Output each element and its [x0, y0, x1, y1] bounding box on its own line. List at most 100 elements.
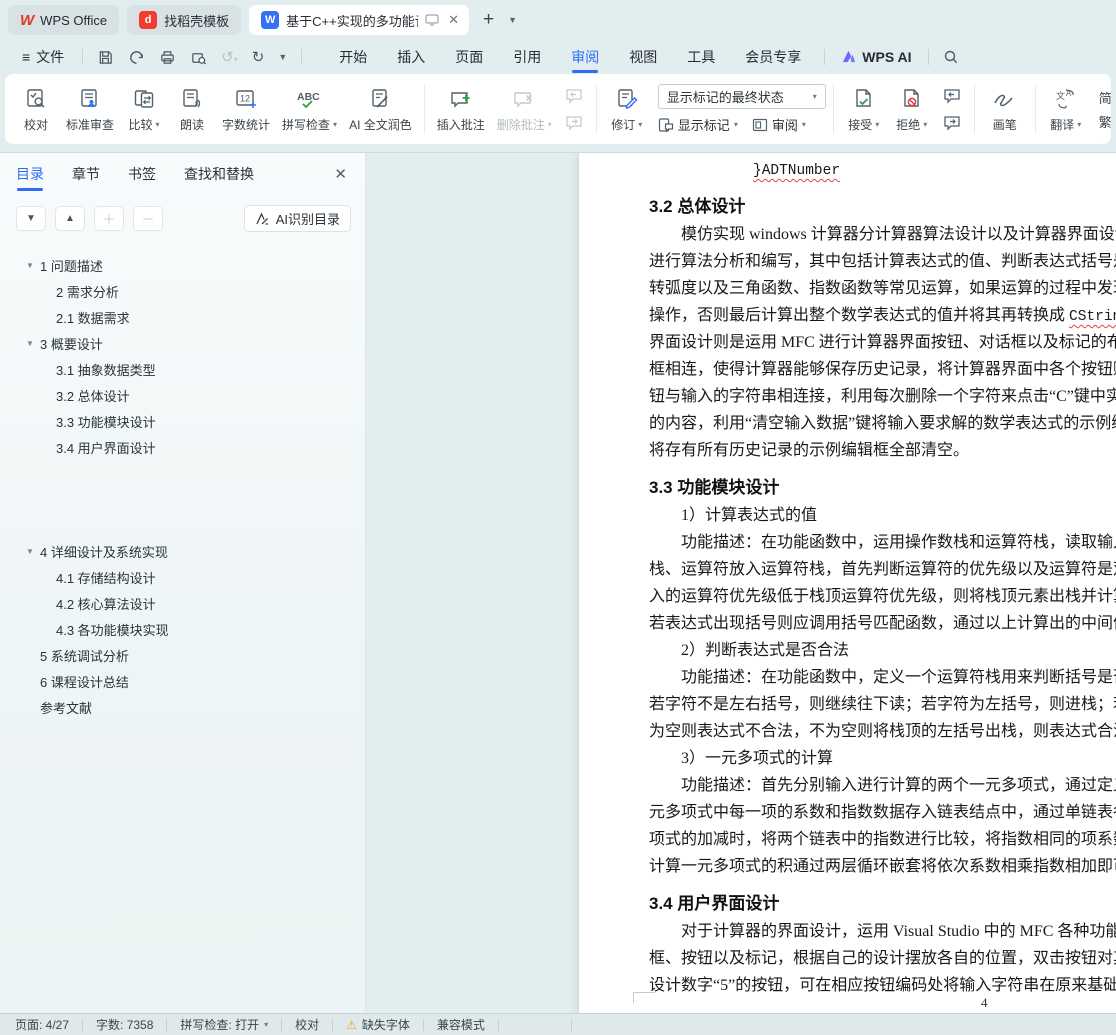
tab-bookmarks[interactable]: 书签	[128, 153, 156, 195]
print-icon[interactable]	[159, 49, 176, 66]
toc-item[interactable]: 3.1 抽象数据类型	[42, 356, 357, 382]
doc-line[interactable]: 模仿实现 windows 计算器分计算器算法设计以及计算器界面设计，计算	[649, 221, 1116, 248]
doc-line[interactable]: 3）一元多项式的计算	[649, 745, 1116, 772]
tab-wps-home[interactable]: W WPS Office	[8, 5, 120, 35]
translate-button[interactable]: 文A 翻译 ▾	[1043, 81, 1089, 137]
reject-button[interactable]: 拒绝 ▾	[889, 81, 935, 137]
doc-line[interactable]: 若表达式出现括号则应调用括号匹配函数，通过以上计算出的中间值依次计	[649, 610, 1116, 637]
doc-line[interactable]: 的内容，利用“清空输入数据”键将输入要求解的数学表达式的示例编辑框	[649, 410, 1116, 437]
doc-line[interactable]: 操作，否则最后计算出整个数学表达式的值并将其再转换成 CString 的字符	[649, 302, 1116, 329]
toc-item[interactable]: 2 需求分析	[42, 278, 357, 304]
doc-line[interactable]: 功能描述：在功能函数中，定义一个运算符栈用来判断括号是否匹配，	[649, 664, 1116, 691]
status-missing-font[interactable]: ⚠ 缺失字体	[333, 1016, 423, 1033]
doc-line[interactable]: 进行算法分析和编写，其中包括计算表达式的值、判断表达式括号是否匹配	[649, 248, 1116, 275]
ai-polish-button[interactable]: AI 全文润色	[344, 81, 417, 137]
document-page[interactable]: }ADTNumber 3.2 总体设计 模仿实现 windows 计算器分计算器…	[578, 153, 1116, 1013]
read-aloud-button[interactable]: 朗读	[169, 81, 215, 137]
doc-line[interactable]: 转弧度以及三角函数、指数函数等常见运算，如果运算的过程中发现表达式	[649, 275, 1116, 302]
doc-heading[interactable]: 3.2 总体设计	[649, 195, 1116, 219]
doc-line[interactable]: 计算一元多项式的积通过两层循环嵌套将依次系数相乘指数相加即可。	[649, 853, 1116, 880]
ai-recognize-toc-button[interactable]: AI识别目录	[243, 205, 351, 232]
close-sidebar-icon[interactable]: ✕	[334, 165, 347, 183]
tab-document[interactable]: W 基于C++实现的多功能计算器 ✕	[249, 5, 470, 35]
doc-line[interactable]: 功能描述：首先分别输入进行计算的两个一元多项式，通过定义两个单	[649, 772, 1116, 799]
doc-line[interactable]: 2）判断表达式是否合法	[649, 637, 1116, 664]
previous-change-icon[interactable]	[939, 85, 965, 107]
menu-member[interactable]: 会员专享	[730, 40, 816, 74]
tab-find-replace[interactable]: 查找和替换	[184, 153, 254, 195]
toc-item[interactable]: 3.3 功能模块设计	[42, 408, 357, 434]
toc-item[interactable]: 4.3 各功能模块实现	[42, 616, 357, 642]
proofread-button[interactable]: 校对	[13, 81, 59, 137]
word-count-button[interactable]: 12 字数统计	[217, 81, 275, 137]
doc-heading[interactable]: 3.3 功能模块设计	[649, 476, 1116, 500]
menu-insert[interactable]: 插入	[382, 40, 440, 74]
redo-icon[interactable]: ↻	[252, 48, 265, 66]
collapse-triangle-icon[interactable]: ▼	[26, 339, 40, 348]
tab-contents[interactable]: 目录	[16, 153, 44, 195]
menu-home[interactable]: 开始	[324, 40, 382, 74]
menu-view[interactable]: 视图	[614, 40, 672, 74]
export-pdf-icon[interactable]	[128, 49, 145, 66]
insert-comment-button[interactable]: 插入批注	[432, 81, 490, 137]
doc-line[interactable]: 元多项式中每一项的系数和指数数据存入链表结点中，通过单链表各个节点	[649, 799, 1116, 826]
doc-line[interactable]: 将存有所有历史记录的示例编辑框全部清空。	[649, 437, 1116, 464]
doc-line[interactable]: 钮与输入的字符串相连接，利用每次删除一个字符来点击“C”键中实现在	[649, 383, 1116, 410]
toc-item[interactable]: 参考文献	[26, 694, 357, 720]
file-menu-button[interactable]: ≡ 文件	[12, 47, 74, 67]
tab-docer-templates[interactable]: d 找稻壳模板	[127, 5, 242, 35]
track-changes-button[interactable]: 修订 ▾	[604, 81, 650, 137]
toc-item[interactable]: ▼ 4 详细设计及系统实现	[26, 538, 357, 564]
doc-line[interactable]: 框相连，使得计算器能够保存历史记录，将计算器界面中各个按钮赋予其特	[649, 356, 1116, 383]
toc-item[interactable]: 4.1 存储结构设计	[42, 564, 357, 590]
menu-tools[interactable]: 工具	[672, 40, 730, 74]
show-markup-button[interactable]: 显示标记 ▾	[658, 115, 738, 134]
collapse-triangle-icon[interactable]: ▼	[26, 547, 40, 556]
menu-page[interactable]: 页面	[440, 40, 498, 74]
collapse-triangle-icon[interactable]: ▼	[26, 261, 40, 270]
spell-check-button[interactable]: ABC 拼写检查 ▾	[277, 81, 342, 137]
quickbar-chevron-icon[interactable]: ▼	[278, 52, 287, 62]
wps-ai-button[interactable]: WPS AI	[833, 49, 919, 65]
screen-share-icon[interactable]	[425, 14, 439, 26]
toc-item[interactable]: 3.2 总体设计	[42, 382, 357, 408]
menu-reference[interactable]: 引用	[498, 40, 556, 74]
tab-chapters[interactable]: 章节	[72, 153, 100, 195]
search-icon[interactable]	[937, 49, 965, 65]
doc-line[interactable]: 为空则表达式不合法，不为空则将栈顶的左括号出栈，则表达式合法。	[649, 718, 1116, 745]
status-word-count[interactable]: 字数: 7358	[83, 1016, 166, 1033]
print-preview-icon[interactable]	[190, 49, 207, 66]
doc-line[interactable]: 框、按钮以及标记，根据自己的设计摆放各自的位置，双击按钮对其的命名以	[649, 945, 1116, 972]
review-pane-button[interactable]: 审阅 ▾	[752, 115, 806, 134]
markup-state-dropdown[interactable]: 显示标记的最终状态 ▾	[657, 84, 826, 109]
doc-line[interactable]: }ADTNumber	[649, 159, 1116, 183]
doc-line[interactable]: 功能描述：在功能函数中，运用操作数栈和运算符栈，读取输入的字符	[649, 529, 1116, 556]
toc-item[interactable]: 2.1 数据需求	[42, 304, 357, 330]
doc-line[interactable]: 入的运算符优先级低于栈顶运算符优先级，则将栈顶元素出栈并计算中间值	[649, 583, 1116, 610]
doc-line[interactable]: 界面设计则是运用 MFC 进行计算器界面按钮、对话框以及标记的布局，同时	[649, 329, 1116, 356]
new-tab-button[interactable]: +	[477, 9, 500, 31]
collapse-toc-button[interactable]: ▲	[55, 206, 85, 231]
doc-line[interactable]: 1）计算表达式的值	[649, 502, 1116, 529]
close-tab-icon[interactable]: ✕	[446, 12, 461, 28]
status-proofread[interactable]: 校对	[282, 1016, 332, 1033]
status-compat-mode[interactable]: 兼容模式	[424, 1016, 498, 1033]
pen-button[interactable]: 画笔	[982, 81, 1028, 137]
menu-review[interactable]: 审阅	[556, 40, 614, 74]
doc-heading[interactable]: 3.4 用户界面设计	[649, 892, 1116, 916]
compare-button[interactable]: 比较 ▾	[121, 81, 167, 137]
doc-line[interactable]: 若字符不是左右括号，则继续往下读；若字符为左括号，则进栈；若字符为右	[649, 691, 1116, 718]
next-change-icon[interactable]	[939, 112, 965, 134]
status-spell-check[interactable]: 拼写检查: 打开 ▾	[167, 1016, 281, 1033]
simplified-to-traditional-button[interactable]: 简➜转	[1099, 88, 1111, 107]
toc-item[interactable]: ▼ 1 问题描述	[26, 252, 357, 278]
toc-item[interactable]: 4.2 核心算法设计	[42, 590, 357, 616]
toc-item[interactable]: 6 课程设计总结	[26, 668, 357, 694]
tab-list-chevron-icon[interactable]: ▼	[508, 15, 517, 25]
traditional-to-simplified-button[interactable]: 繁➜转	[1099, 112, 1111, 131]
status-page-indicator[interactable]: 页面: 4/27	[15, 1016, 82, 1033]
toc-item[interactable]: ▼ 3 概要设计	[26, 330, 357, 356]
toc-item[interactable]: 5 系统调试分析	[26, 642, 357, 668]
doc-line[interactable]: 设计数字“5”的按钮，可在相应按钮编码处将输入字符串在原来基础上加	[649, 972, 1116, 999]
expand-toc-button[interactable]: ▼	[16, 206, 46, 231]
